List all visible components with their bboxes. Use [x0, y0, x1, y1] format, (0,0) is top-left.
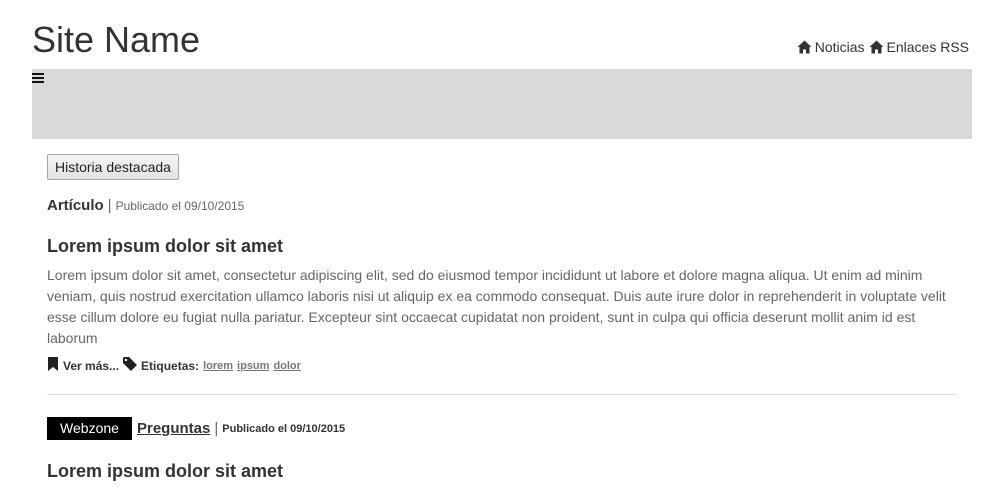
article-title[interactable]: Lorem ipsum dolor sit amet [47, 460, 957, 482]
webzone-badge[interactable]: Webzone [47, 417, 132, 440]
meta-separator: | [107, 197, 112, 214]
enlaces-rss-link[interactable]: Enlaces RSS [869, 38, 969, 56]
article-type[interactable]: Artículo [47, 197, 104, 214]
enlaces-rss-label: Enlaces RSS [886, 39, 969, 55]
section-link-preguntas[interactable]: Preguntas [137, 420, 210, 437]
hamburger-icon[interactable] [32, 71, 46, 85]
article-body: Lorem ipsum dolor sit amet, consectetur … [47, 267, 946, 346]
noticias-link[interactable]: Noticias [797, 38, 865, 56]
article-1: Artículo | Publicado el 09/10/2015 Lorem… [47, 197, 957, 374]
article-divider [47, 394, 957, 395]
home-icon [797, 40, 812, 54]
published-date: Publicado el 09/10/2015 [222, 422, 346, 435]
main-content: Historia destacada Artículo | Publicado … [47, 154, 957, 482]
tags-label: Etiquetas: [141, 358, 200, 373]
article-meta: Artículo | Publicado el 09/10/2015 [47, 197, 957, 214]
tag-link-ipsum[interactable]: ipsum [237, 360, 269, 372]
page: Site Name Noticias Enlaces RSS Historia … [0, 0, 999, 487]
article-title[interactable]: Lorem ipsum dolor sit amet [47, 235, 957, 257]
article-footer: Ver más... Etiquetas: lorem ipsum dolor [47, 357, 957, 374]
article-2: Webzone Preguntas | Publicado el 09/10/2… [47, 417, 957, 482]
site-title[interactable]: Site Name [32, 18, 200, 62]
top-links: Noticias Enlaces RSS [797, 38, 969, 56]
read-more-link[interactable]: Ver más... [63, 359, 119, 373]
bookmark-icon [47, 357, 59, 374]
article-meta: Webzone Preguntas | Publicado el 09/10/2… [47, 417, 957, 440]
tag-link-lorem[interactable]: lorem [203, 360, 233, 372]
tag-icon [123, 357, 138, 374]
noticias-label: Noticias [814, 39, 865, 55]
meta-separator: | [214, 420, 219, 437]
home-icon [869, 40, 884, 54]
published-date: Publicado el 09/10/2015 [115, 199, 245, 213]
tag-link-dolor[interactable]: dolor [273, 360, 301, 372]
main-navbar [32, 69, 972, 139]
featured-story-button[interactable]: Historia destacada [47, 154, 179, 180]
